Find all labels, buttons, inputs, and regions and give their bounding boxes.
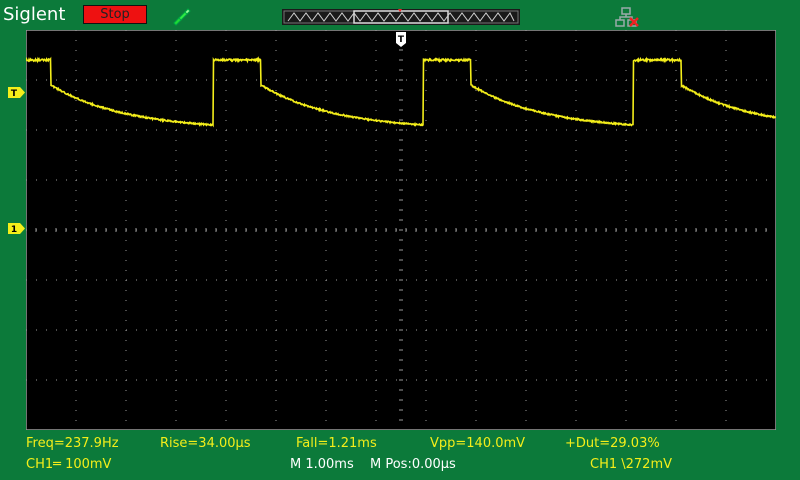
vpp-measurement: Vpp=140.0mV [430, 436, 525, 451]
timebase-readout: M 1.00ms [290, 457, 354, 472]
trigger-readout: CH1 \272mV [590, 457, 672, 472]
brand-label: Siglent [3, 4, 65, 25]
waveform-display[interactable] [26, 30, 776, 430]
trigger-level-label: T [11, 89, 18, 99]
trigger-position-label: T [398, 35, 405, 45]
fall-time-measurement: Fall=1.21ms [296, 436, 377, 451]
probe-icon [170, 5, 192, 27]
horizontal-position-readout: M Pos:0.00µs [370, 457, 456, 472]
duty-cycle-measurement: +Dut=29.03% [565, 436, 660, 451]
run-stop-button[interactable]: Stop [83, 5, 147, 24]
frequency-measurement: Freq=237.9Hz [26, 436, 119, 451]
ch1-ground-label: 1 [11, 225, 17, 235]
waveform-overview-bar[interactable] [282, 9, 520, 25]
ch1-scale-readout: CH1═ 100mV [26, 457, 111, 472]
ch1-ground-marker[interactable]: 1 [7, 222, 26, 235]
network-disconnected-icon [614, 6, 640, 28]
trigger-level-marker[interactable]: T [7, 86, 26, 99]
top-bar: Siglent Stop [0, 0, 800, 30]
trigger-position-marker[interactable]: T [395, 31, 407, 48]
rise-time-measurement: Rise=34.00µs [160, 436, 251, 451]
